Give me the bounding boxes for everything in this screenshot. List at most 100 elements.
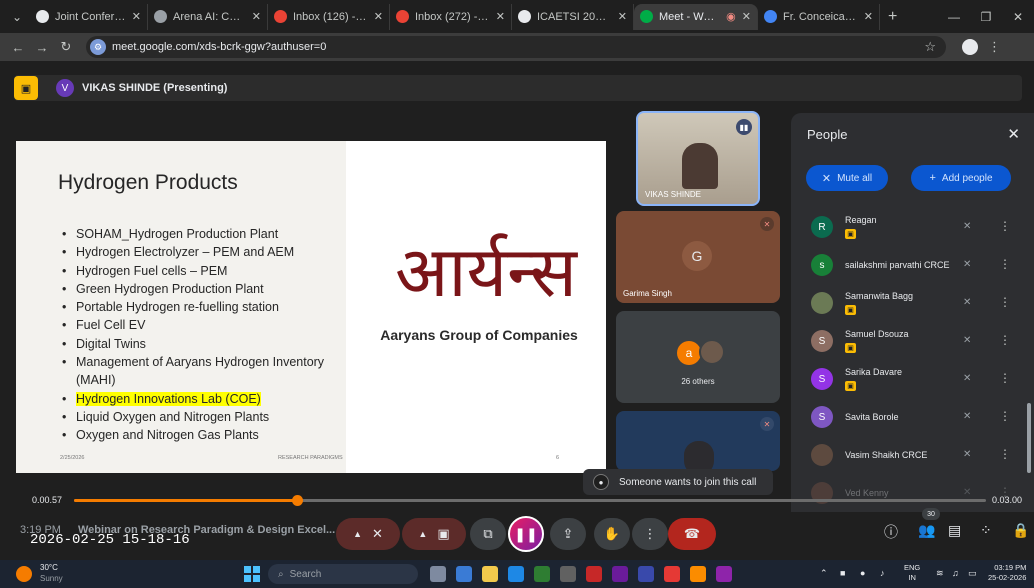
forward-icon[interactable]: → bbox=[30, 40, 54, 55]
mic-off-icon[interactable]: ✕ bbox=[963, 411, 971, 422]
pause-button[interactable]: ❚❚ bbox=[508, 516, 544, 552]
close-tab-icon[interactable]: ✕ bbox=[252, 10, 261, 23]
more-vert-icon[interactable]: ⋮ bbox=[999, 219, 1011, 233]
more-vert-icon[interactable]: ⋮ bbox=[999, 295, 1011, 309]
input-language[interactable]: ENG IN bbox=[904, 563, 920, 583]
app-icon[interactable] bbox=[638, 566, 654, 582]
tray-overflow-icon[interactable]: ⌃ bbox=[820, 568, 828, 579]
mute-all-button[interactable]: ✕ Mute all bbox=[806, 165, 888, 191]
copilot-icon[interactable] bbox=[456, 566, 472, 582]
tab-search-chevron-icon[interactable]: ⌄ bbox=[4, 5, 30, 29]
app-icon[interactable] bbox=[612, 566, 628, 582]
participant-row[interactable]: S Samuel Dsouza ▣ ✕ ⋮ bbox=[791, 323, 1034, 361]
speaker-tile[interactable]: ▮▮ VIKAS SHINDE bbox=[636, 111, 760, 206]
office-icon[interactable] bbox=[586, 566, 602, 582]
close-tab-icon[interactable]: ✕ bbox=[864, 10, 873, 23]
browser-tab[interactable]: Joint Conferance bro✕ bbox=[30, 3, 148, 30]
close-tab-icon[interactable]: ✕ bbox=[742, 10, 751, 23]
seek-track[interactable] bbox=[74, 495, 986, 506]
participant-row[interactable]: Samanwita Bagg ▣ ✕ ⋮ bbox=[791, 285, 1034, 323]
mic-off-icon[interactable]: ✕ bbox=[963, 373, 971, 384]
meeting-info-icon[interactable]: ⓘ bbox=[884, 522, 898, 542]
mic-off-icon[interactable]: ✕ bbox=[963, 449, 971, 460]
more-options-button[interactable]: ⋮ bbox=[632, 518, 668, 550]
wifi-icon[interactable]: ≋ bbox=[936, 568, 944, 579]
site-info-icon[interactable]: ⚙ bbox=[90, 39, 106, 55]
host-controls-icon[interactable]: 🔒 bbox=[1012, 522, 1029, 539]
new-tab-icon[interactable]: + bbox=[880, 8, 905, 26]
browser-tab-active[interactable]: Meet - Webinar◉✕ bbox=[634, 3, 758, 30]
volume-icon[interactable]: ♫ bbox=[952, 568, 959, 578]
taskbar-search[interactable]: ⌕ Search bbox=[268, 564, 418, 584]
chrome-icon[interactable] bbox=[690, 566, 706, 582]
participant-tile[interactable]: ✕ bbox=[616, 411, 780, 471]
slide-bullet: Management of Aaryans Hydrogen Inventory… bbox=[62, 353, 352, 390]
more-vert-icon[interactable]: ⋮ bbox=[999, 257, 1011, 271]
close-window-icon[interactable]: ✕ bbox=[1002, 10, 1034, 24]
maximize-icon[interactable]: ❐ bbox=[970, 10, 1002, 24]
participant-count-badge: 30 bbox=[922, 508, 940, 520]
app-icon[interactable] bbox=[560, 566, 576, 582]
present-button[interactable]: ⇪ bbox=[550, 518, 586, 550]
file-explorer-icon[interactable] bbox=[482, 566, 498, 582]
participant-row[interactable]: Vasim Shaikh CRCE ✕ ⋮ bbox=[791, 437, 1034, 475]
profile-avatar[interactable] bbox=[962, 39, 978, 55]
participant-row[interactable]: S Sarika Davare ▣ ✕ ⋮ bbox=[791, 361, 1034, 399]
people-icon[interactable]: 👥 bbox=[918, 522, 935, 539]
microphone-toggle[interactable]: ▲ ✕ bbox=[336, 518, 400, 550]
mic-off-icon[interactable]: ✕ bbox=[963, 221, 971, 232]
chat-icon[interactable]: ▤ bbox=[948, 522, 961, 539]
mic-off-icon[interactable]: ✕ bbox=[963, 259, 971, 270]
browser-tab[interactable]: Inbox (126) - sagar.d✕ bbox=[268, 3, 390, 30]
reload-icon[interactable]: ↻ bbox=[54, 39, 78, 55]
close-tab-icon[interactable]: ✕ bbox=[374, 10, 383, 23]
app-icon[interactable] bbox=[534, 566, 550, 582]
activities-icon[interactable]: ⁘ bbox=[980, 522, 992, 539]
tray-app-icon[interactable]: ■ bbox=[840, 568, 845, 578]
more-vert-icon: ⋮ bbox=[643, 526, 657, 541]
close-tab-icon[interactable]: ✕ bbox=[496, 10, 505, 23]
browser-tab[interactable]: ICAETSI 2026 Brochu✕ bbox=[512, 3, 634, 30]
task-view-icon[interactable] bbox=[430, 566, 446, 582]
leave-call-button[interactable]: ☎ bbox=[668, 518, 716, 550]
edge-icon[interactable] bbox=[508, 566, 524, 582]
back-icon[interactable]: ← bbox=[6, 40, 30, 55]
browser-tab[interactable]: Inbox (272) - priya.b✕ bbox=[390, 3, 512, 30]
browser-tab[interactable]: Arena AI: Compare M✕ bbox=[148, 3, 268, 30]
battery-icon[interactable]: ▭ bbox=[968, 568, 977, 579]
captions-button[interactable]: ⧉ bbox=[470, 518, 506, 550]
stop-presenting-icon[interactable]: ▣ bbox=[14, 76, 38, 100]
participant-row[interactable]: s sailakshmi parvathi CRCE ✕ ⋮ bbox=[791, 247, 1034, 285]
browser-tab[interactable]: Fr. Conceicao Rodrig✕ bbox=[758, 3, 880, 30]
bookmark-star-icon[interactable]: ☆ bbox=[924, 39, 936, 55]
camera-toggle[interactable]: ▲ ▣ bbox=[402, 518, 466, 550]
more-vert-icon[interactable]: ⋮ bbox=[999, 447, 1011, 461]
windows-start-icon[interactable] bbox=[244, 566, 260, 582]
more-vert-icon[interactable]: ⋮ bbox=[999, 371, 1011, 385]
browser-menu-icon[interactable]: ⋮ bbox=[988, 39, 1001, 55]
address-bar[interactable]: ⚙ meet.google.com/xds-bcrk-ggw?authuser=… bbox=[86, 36, 946, 58]
close-tab-icon[interactable]: ✕ bbox=[618, 10, 627, 23]
participant-row[interactable]: R Reagan ▣ ✕ ⋮ bbox=[791, 209, 1034, 247]
tray-mic-icon[interactable]: ♪ bbox=[880, 568, 885, 578]
company-name: Aaryans Group of Companies bbox=[380, 327, 578, 343]
close-tab-icon[interactable]: ✕ bbox=[132, 10, 141, 23]
seek-handle[interactable] bbox=[292, 495, 304, 506]
minimize-icon[interactable]: — bbox=[938, 10, 970, 24]
system-clock[interactable]: 03:19 PM 25-02-2026 bbox=[988, 563, 1026, 583]
close-panel-icon[interactable]: ✕ bbox=[1007, 125, 1020, 143]
participant-tile[interactable]: G ✕ Garima Singh bbox=[616, 211, 780, 303]
more-vert-icon[interactable]: ⋮ bbox=[999, 409, 1011, 423]
mic-off-icon[interactable]: ✕ bbox=[963, 297, 971, 308]
weather-icon[interactable] bbox=[16, 566, 32, 582]
mic-off-icon[interactable]: ✕ bbox=[963, 335, 971, 346]
raise-hand-button[interactable]: ✋ bbox=[594, 518, 630, 550]
add-people-button[interactable]: + Add people bbox=[911, 165, 1011, 191]
more-vert-icon[interactable]: ⋮ bbox=[999, 333, 1011, 347]
scrollbar[interactable] bbox=[1027, 403, 1031, 473]
participant-row[interactable]: S Savita Borole ✕ ⋮ bbox=[791, 399, 1034, 437]
tray-app-icon[interactable]: ● bbox=[860, 568, 865, 578]
others-tile[interactable]: a 26 others bbox=[616, 311, 780, 403]
app-icon[interactable] bbox=[716, 566, 732, 582]
chrome-icon[interactable] bbox=[664, 566, 680, 582]
